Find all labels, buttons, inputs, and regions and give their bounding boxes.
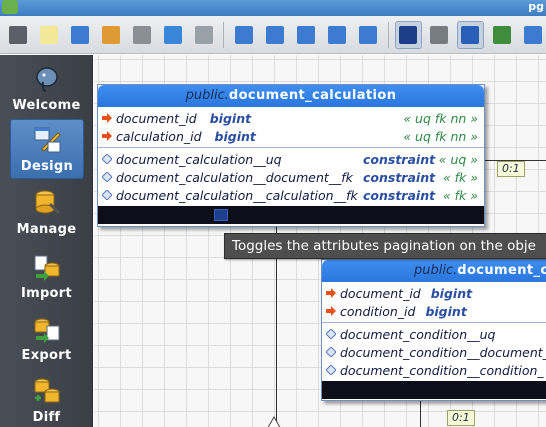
hamburger-menu-button[interactable] bbox=[4, 21, 31, 49]
show-delimiters-icon bbox=[430, 25, 449, 44]
divider bbox=[98, 147, 484, 148]
constraint-diamond-icon bbox=[326, 329, 336, 339]
zoom-fit-icon bbox=[328, 25, 347, 44]
print-icon bbox=[194, 25, 213, 44]
recent-folder-icon bbox=[101, 25, 120, 44]
table-column-row[interactable]: document_id bigint bbox=[322, 284, 546, 302]
zoom-in-button[interactable] bbox=[230, 21, 257, 49]
constraint-diamond-icon bbox=[102, 154, 112, 164]
overview-button[interactable] bbox=[456, 20, 484, 49]
relationship-diamond[interactable] bbox=[254, 411, 294, 427]
table-column-row[interactable]: document_id bigint « uq fk nn » bbox=[98, 109, 484, 127]
show-grid-button[interactable] bbox=[394, 20, 422, 49]
edit-icon bbox=[492, 25, 511, 44]
design-icon bbox=[34, 127, 61, 153]
sidebar-item-label: Export bbox=[21, 348, 72, 363]
table-document-condition[interactable]: public.document_co document_id bigint co… bbox=[321, 259, 546, 401]
zoom-fit-button[interactable] bbox=[324, 21, 351, 49]
sidebar-item-diff[interactable]: Diff bbox=[0, 369, 93, 427]
table-header[interactable]: public.document_co bbox=[322, 260, 546, 282]
zoom-normal-button[interactable] bbox=[261, 21, 288, 49]
edit-button[interactable] bbox=[488, 21, 515, 49]
table-footer bbox=[98, 206, 484, 224]
show-delimiters-button[interactable] bbox=[426, 21, 453, 49]
table-document-calculation[interactable]: public.document_calculation document_id … bbox=[97, 84, 485, 227]
sidebar-item-label: Import bbox=[20, 286, 73, 301]
relationship-label[interactable]: 0:1 bbox=[497, 161, 525, 177]
elephant-icon bbox=[35, 67, 58, 92]
constraint-diamond-icon bbox=[102, 172, 112, 182]
diff-icon bbox=[34, 378, 59, 403]
table-constraint-row[interactable]: document_calculation__calculation__fk co… bbox=[98, 186, 484, 204]
sidebar-item-design[interactable]: Design bbox=[10, 119, 84, 179]
table-name: document_calculation bbox=[228, 88, 397, 103]
app-icon bbox=[2, 0, 18, 14]
sidebar-item-export[interactable]: Export bbox=[0, 307, 93, 367]
sidebar: Welcome Design Manage Import Export Diff bbox=[0, 55, 93, 427]
title-bar: pg bbox=[0, 0, 546, 16]
table-constraint-row[interactable]: document_condition__document_ bbox=[322, 343, 546, 361]
table-column-row[interactable]: calculation_id bigint « uq fk nn » bbox=[98, 127, 484, 145]
zoom-out-icon bbox=[297, 25, 316, 44]
relationship-line[interactable] bbox=[420, 401, 421, 427]
new-model-icon bbox=[39, 25, 58, 44]
manage-icon bbox=[35, 190, 60, 215]
show-grid-icon bbox=[399, 25, 418, 44]
column-arrow-icon bbox=[102, 113, 112, 123]
constraint-diamond-icon bbox=[326, 347, 336, 357]
overview-icon bbox=[461, 25, 480, 44]
back-arrow-icon bbox=[523, 25, 542, 44]
save-as-button[interactable] bbox=[159, 21, 186, 49]
pagination-tooltip: Toggles the attributes pagination on the… bbox=[224, 233, 546, 259]
column-arrow-icon bbox=[326, 306, 336, 316]
new-model-button[interactable] bbox=[35, 21, 62, 49]
table-footer bbox=[322, 381, 546, 399]
column-arrow-icon bbox=[102, 131, 112, 141]
toolbar-separator bbox=[387, 21, 389, 48]
recent-folder-button[interactable] bbox=[97, 21, 124, 49]
sidebar-item-label: Design bbox=[20, 159, 74, 174]
sidebar-item-manage[interactable]: Manage bbox=[0, 181, 93, 241]
table-constraint-row[interactable]: document_condition__condition_ bbox=[322, 361, 546, 379]
column-arrow-icon bbox=[326, 288, 336, 298]
table-constraint-row[interactable]: document_condition__uq bbox=[322, 325, 546, 343]
constraint-diamond-icon bbox=[326, 365, 336, 375]
relationship-label[interactable]: 0:1 bbox=[447, 410, 475, 426]
print-button[interactable] bbox=[190, 21, 217, 49]
attributes-pagination-toggle[interactable] bbox=[214, 209, 228, 221]
table-constraint-row[interactable]: document_calculation__document__fk const… bbox=[98, 168, 484, 186]
sidebar-item-welcome[interactable]: Welcome bbox=[0, 57, 93, 117]
window-title: pg bbox=[528, 0, 544, 13]
toolbar-separator bbox=[223, 21, 225, 48]
constraint-diamond-icon bbox=[102, 190, 112, 200]
sidebar-item-label: Diff bbox=[32, 410, 61, 425]
align-objects-button[interactable] bbox=[355, 21, 382, 49]
table-schema: public. bbox=[414, 263, 458, 278]
table-constraint-row[interactable]: document_calculation__uq constraint « uq… bbox=[98, 150, 484, 168]
table-name: document_co bbox=[457, 263, 546, 278]
zoom-out-button[interactable] bbox=[293, 21, 320, 49]
table-column-row[interactable]: condition_id bigint bbox=[322, 302, 546, 320]
open-folder-icon bbox=[70, 25, 89, 44]
sidebar-item-import[interactable]: Import bbox=[0, 245, 93, 305]
sidebar-item-label: Manage bbox=[16, 222, 77, 237]
sidebar-item-label: Welcome bbox=[12, 98, 81, 113]
hamburger-menu-icon bbox=[8, 25, 27, 44]
save-icon bbox=[132, 25, 151, 44]
import-icon bbox=[34, 255, 59, 281]
save-button[interactable] bbox=[128, 21, 155, 49]
zoom-normal-icon bbox=[266, 25, 284, 44]
table-schema: public. bbox=[185, 88, 229, 103]
table-header[interactable]: public.document_calculation bbox=[98, 85, 484, 107]
open-folder-button[interactable] bbox=[66, 21, 93, 49]
export-icon bbox=[34, 318, 59, 343]
divider bbox=[322, 322, 546, 323]
align-objects-icon bbox=[359, 25, 378, 44]
back-arrow-button[interactable] bbox=[519, 21, 546, 49]
zoom-in-icon bbox=[234, 25, 253, 44]
main-toolbar bbox=[0, 16, 546, 54]
save-as-icon bbox=[163, 25, 182, 44]
